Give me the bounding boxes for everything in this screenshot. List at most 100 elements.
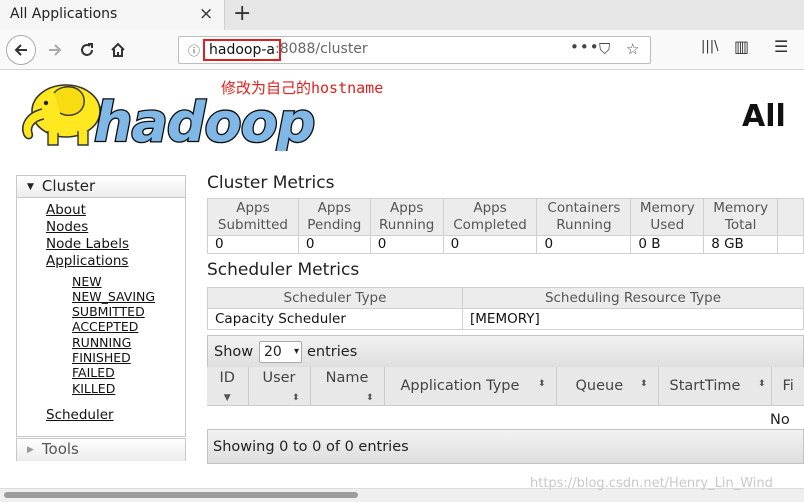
tab-title: All Applications	[10, 6, 118, 22]
scheduler-value-type: Capacity Scheduler	[207, 308, 463, 330]
sidebar-link-state-accepted[interactable]: ACCEPTED	[72, 319, 138, 334]
address-bar[interactable]: ⓘ hadoop-a :8088/cluster ••• ⛉ ☆	[178, 36, 651, 64]
sidebar-link-state-finished[interactable]: FINISHED	[72, 350, 131, 365]
applications-table: ID ▼ User ⬍ Name ⬍ Application Type ⬍ Qu…	[207, 367, 804, 406]
sort-both-icon: ⬍	[365, 392, 374, 403]
sidebar-link-node-labels[interactable]: Node Labels	[46, 236, 129, 252]
sort-both-icon: ⬍	[291, 392, 300, 403]
scheduler-header-resource-type: Scheduling Resource Type	[462, 287, 804, 309]
sidebar-link-state-failed[interactable]: FAILED	[72, 365, 115, 380]
sidebar-cluster-label: Cluster	[41, 177, 96, 195]
sort-both-icon: ⬍	[639, 379, 648, 389]
metric-value-memory-total: 8 GB	[703, 235, 779, 254]
scheduler-metrics-table: Scheduler Type Scheduling Resource Type …	[207, 287, 804, 330]
tab-bar: All Applications × +	[0, 0, 804, 30]
metric-value-apps-running: 0	[369, 235, 444, 254]
sidebar-cluster-header[interactable]: ▼ Cluster	[17, 176, 185, 198]
page-size-select[interactable]: 20 ▾	[259, 341, 302, 363]
library-icon[interactable]: |||\	[701, 39, 719, 54]
url-host-highlight: hadoop-a	[203, 39, 281, 61]
sidebar-toggle-icon[interactable]: ▥	[734, 37, 749, 56]
dropdown-arrow-icon: ▾	[293, 346, 299, 357]
new-tab-icon[interactable]: +	[233, 1, 251, 26]
sidebar-link-applications[interactable]: Applications	[46, 253, 128, 269]
column-header-application-type[interactable]: Application Type ⬍	[384, 367, 557, 406]
page-actions-icon[interactable]: •••	[570, 38, 600, 56]
home-button[interactable]	[105, 37, 131, 63]
sidebar-cluster-panel: ▼ Cluster About Nodes Node Labels Applica…	[16, 175, 186, 437]
sidebar-tools-header[interactable]: ▶ Tools	[17, 439, 185, 461]
column-header-id[interactable]: ID ▼	[207, 367, 249, 406]
no-data-message: No	[770, 412, 790, 428]
page-title: All	[742, 99, 786, 134]
metric-header-overflow	[777, 198, 804, 236]
metric-header-apps-running: Apps Running	[369, 198, 444, 236]
scheduler-header-type: Scheduler Type	[207, 287, 463, 309]
back-button[interactable]	[6, 35, 36, 65]
column-header-finishtime[interactable]: Fi	[771, 367, 804, 406]
home-icon	[111, 42, 125, 57]
sidebar-link-scheduler[interactable]: Scheduler	[46, 407, 114, 423]
back-arrow-icon	[14, 44, 27, 56]
metric-value-memory-used: 0 B	[630, 235, 705, 254]
tab-close-icon[interactable]: ×	[199, 4, 213, 24]
sidebar-link-about[interactable]: About	[46, 202, 86, 218]
column-header-user[interactable]: User ⬍	[248, 367, 311, 406]
applications-header-row: ID ▼ User ⬍ Name ⬍ Application Type ⬍ Qu…	[207, 367, 804, 406]
scheduler-value-resource-type: [MEMORY]	[462, 308, 804, 330]
sidebar-link-state-submitted[interactable]: SUBMITTED	[72, 304, 145, 319]
metric-value-apps-submitted: 0	[207, 235, 299, 254]
scheduler-metrics-title: Scheduler Metrics	[207, 260, 360, 280]
pocket-icon[interactable]: ⛉	[599, 40, 610, 58]
sidebar-link-state-new[interactable]: NEW	[72, 274, 102, 289]
cluster-metrics-value-row: 0 0 0 0 0 0 B 8 GB	[207, 235, 804, 254]
sidebar-tools-label: Tools	[41, 440, 79, 458]
sidebar-link-state-killed[interactable]: KILLED	[72, 381, 115, 396]
watermark-text: https://blog.csdn.net/Henry_Lin_Wind	[530, 476, 773, 491]
forward-arrow-icon	[49, 44, 62, 56]
entries-label: entries	[307, 344, 358, 360]
sidebar-link-state-running[interactable]: RUNNING	[72, 335, 131, 350]
cluster-metrics-table: Apps Submitted Apps Pending Apps Running Ap…	[207, 198, 804, 254]
show-label: Show	[214, 344, 254, 360]
cluster-metrics-header-row: Apps Submitted Apps Pending Apps Running Ap…	[207, 198, 804, 236]
reload-button[interactable]	[74, 37, 100, 63]
metric-header-memory-used: Memory Used	[630, 198, 705, 236]
scheduler-metrics-value-row: Capacity Scheduler [MEMORY]	[207, 308, 804, 330]
menu-icon[interactable]: ☰	[774, 37, 788, 56]
site-info-icon[interactable]: ⓘ	[188, 42, 200, 59]
logo-wordmark: hadoop	[94, 91, 314, 151]
sort-both-icon: ⬍	[537, 379, 546, 389]
sidebar-tools-panel: ▶ Tools	[16, 438, 186, 461]
sidebar-link-state-new-saving[interactable]: NEW_SAVING	[72, 289, 155, 304]
metric-header-containers-running: Containers Running	[536, 198, 632, 236]
metric-header-apps-completed: Apps Completed	[442, 198, 538, 236]
page-content: hadoop 修改为自己的hostname All ▼ Cluster About…	[0, 71, 804, 502]
metric-value-apps-completed: 0	[442, 235, 538, 254]
sidebar-link-nodes[interactable]: Nodes	[46, 219, 88, 235]
metric-header-apps-pending: Apps Pending	[297, 198, 371, 236]
cluster-metrics-title: Cluster Metrics	[207, 173, 335, 193]
column-header-starttime[interactable]: StartTime ⬍	[658, 367, 772, 406]
browser-tab[interactable]: All Applications ×	[0, 0, 225, 30]
url-path: :8088/cluster	[275, 41, 368, 57]
reload-icon	[81, 43, 93, 56]
bookmark-star-icon[interactable]: ☆	[626, 40, 639, 58]
metric-header-apps-submitted: Apps Submitted	[207, 198, 299, 236]
metric-header-memory-total: Memory Total	[703, 198, 779, 236]
navigation-toolbar: ⓘ hadoop-a :8088/cluster ••• ⛉ ☆ |||\ ▥ …	[0, 30, 804, 70]
metric-value-overflow	[777, 235, 804, 254]
sort-both-icon: ⬍	[757, 379, 766, 389]
forward-button[interactable]	[42, 37, 68, 63]
column-header-queue[interactable]: Queue ⬍	[556, 367, 659, 406]
page-size-value: 20	[264, 344, 282, 360]
table-info-text: Showing 0 to 0 of 0 entries	[213, 439, 409, 455]
metric-value-apps-pending: 0	[297, 235, 371, 254]
column-header-name[interactable]: Name ⬍	[310, 367, 385, 406]
expanded-triangle-icon: ▼	[27, 182, 34, 192]
sort-desc-icon: ▼	[223, 392, 231, 403]
metric-value-containers-running: 0	[536, 235, 632, 254]
scrollbar-thumb[interactable]	[4, 492, 358, 498]
collapsed-triangle-icon: ▶	[27, 445, 34, 455]
scheduler-metrics-header-row: Scheduler Type Scheduling Resource Type	[207, 287, 804, 309]
